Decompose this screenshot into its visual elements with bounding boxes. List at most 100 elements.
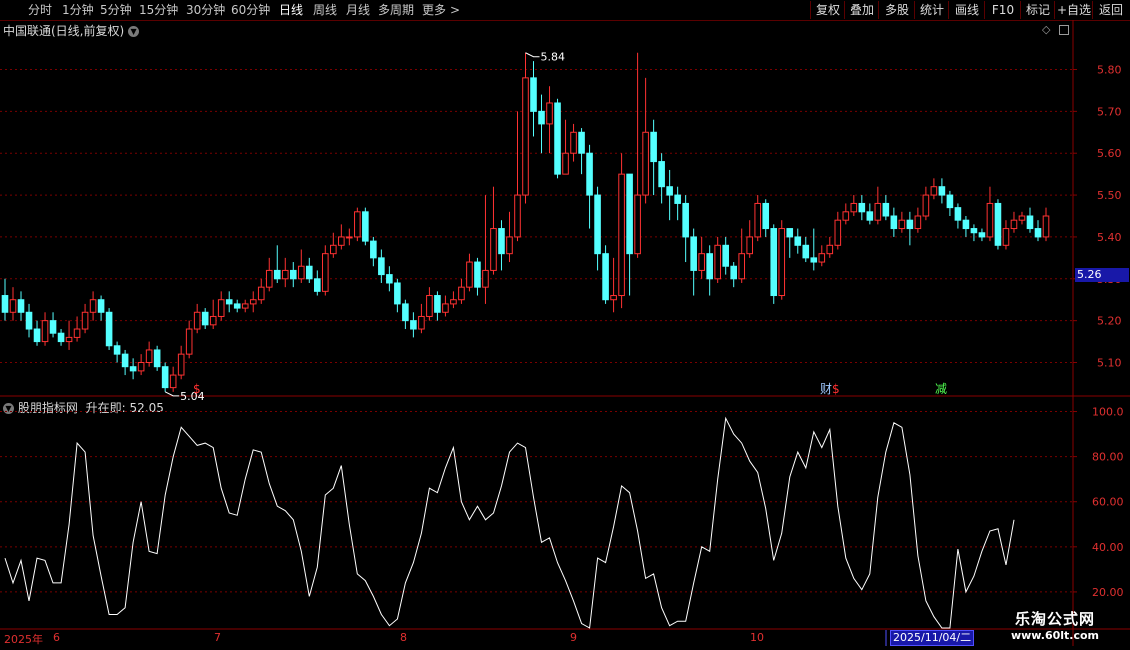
date-axis-year: 2025年 (4, 633, 43, 646)
candle-body (674, 194, 681, 204)
candle-body (217, 299, 225, 317)
candle-body (177, 353, 185, 376)
candle-body (738, 253, 746, 280)
event-badge: 减 (935, 382, 947, 396)
candle-body (1034, 228, 1042, 238)
candle-body (818, 253, 826, 263)
candle-body (25, 311, 33, 330)
candle-body (297, 265, 305, 280)
candle-body (418, 315, 425, 330)
candle-body (714, 244, 721, 280)
event-badge: $ (193, 382, 201, 396)
candle-body (762, 202, 770, 230)
indicator-line (4, 416, 1015, 629)
candle-body (466, 261, 473, 288)
candle-body (834, 219, 842, 246)
candle-body (970, 228, 978, 234)
candle-body (866, 211, 874, 221)
candle-body (722, 244, 729, 267)
price-axis-label: 5.10 (1097, 357, 1122, 370)
candle-body (33, 328, 41, 343)
candle-body (225, 299, 233, 305)
candle-body (281, 269, 289, 280)
candle-body (426, 295, 433, 317)
candle-body (554, 102, 561, 175)
candle-body (786, 228, 794, 238)
candle-body (514, 194, 521, 238)
candle-body (802, 244, 810, 259)
candle-body (201, 311, 209, 326)
candle-body (474, 261, 481, 288)
candle-body (914, 215, 922, 230)
candle-body (113, 345, 121, 355)
candle-body (185, 328, 193, 355)
candle-body (233, 303, 241, 309)
price-axis-label: 5.20 (1097, 315, 1122, 328)
stock-chart[interactable]: 5.805.705.605.505.405.305.205.10100.080.… (0, 0, 1130, 650)
candle-body (249, 299, 257, 305)
candle-body (618, 173, 625, 297)
candle-body (370, 240, 377, 259)
candle-body (129, 366, 137, 372)
candle-body (754, 202, 762, 238)
candle-body (1, 295, 9, 313)
candle-body (378, 257, 385, 276)
candle-body (698, 253, 705, 271)
current-price-label: 5.26 (1075, 268, 1129, 282)
candle-body (530, 77, 537, 112)
candle-body (746, 236, 754, 255)
candle-body (1042, 215, 1050, 238)
candle-body (338, 236, 345, 246)
candle-body (730, 265, 738, 280)
indicator-axis-label: 80.00 (1092, 451, 1124, 464)
candle-body (610, 295, 617, 301)
watermark-title: 乐淘公式网 (1014, 610, 1095, 628)
price-axis-label: 5.40 (1097, 231, 1122, 244)
candle-body (354, 211, 361, 238)
candle-body (842, 211, 850, 221)
candle-body (962, 219, 970, 230)
candle-body (193, 311, 201, 330)
candle-body (65, 336, 73, 343)
candle-body (105, 311, 113, 347)
candle-body (1010, 219, 1018, 230)
candle-body (602, 253, 609, 301)
candle-body (169, 374, 177, 389)
candle-body (898, 219, 906, 230)
watermark-url: www.60lt.com (1010, 629, 1100, 642)
candle-body (666, 186, 673, 196)
candle-body (794, 236, 802, 246)
candle-body (161, 366, 169, 389)
candle-body (490, 228, 497, 271)
candle-body (586, 152, 593, 196)
candle-body (986, 202, 994, 238)
candle-body (850, 202, 858, 213)
candle-body (562, 152, 569, 175)
candle-body (410, 320, 417, 330)
indicator-axis-label: 40.00 (1092, 541, 1124, 554)
candle-body (81, 311, 89, 330)
candle-body (1002, 228, 1010, 246)
indicator-axis-label: 20.00 (1092, 586, 1124, 599)
candle-body (394, 282, 401, 305)
candle-body (346, 236, 353, 239)
candle-body (442, 303, 449, 313)
candle-body (874, 202, 882, 221)
candle-body (241, 303, 249, 309)
event-badge: 财 (820, 382, 832, 396)
candle-body (994, 202, 1002, 246)
candle-body (450, 299, 457, 305)
candle-body (922, 194, 930, 217)
cursor-date-label: 2025/11/04/二 (890, 630, 975, 646)
candle-body (682, 202, 689, 238)
candle-body (882, 202, 890, 217)
candle-body (97, 299, 105, 313)
candle-body (482, 269, 489, 288)
candle-body (458, 286, 465, 301)
date-axis-month: 10 (750, 631, 764, 644)
candle-body (642, 131, 649, 196)
candle-body (322, 253, 329, 292)
candle-body (49, 320, 57, 334)
candle-body (706, 253, 713, 280)
candle-body (938, 186, 946, 196)
